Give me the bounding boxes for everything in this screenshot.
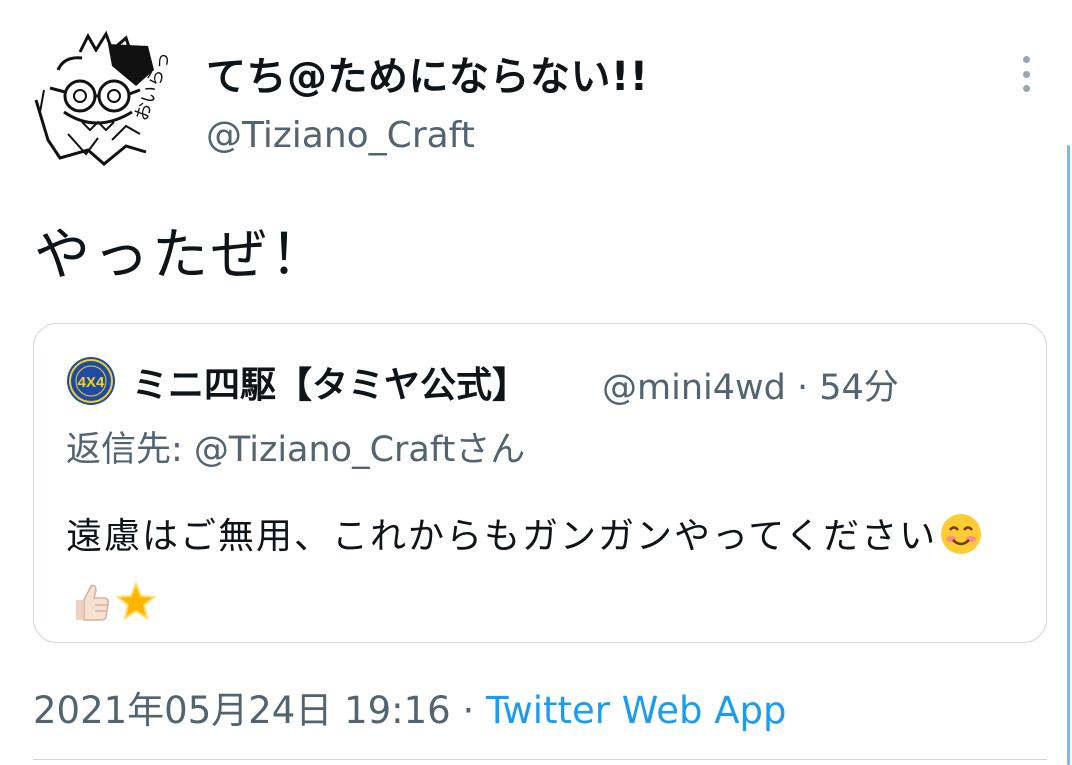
quoted-tweet-card[interactable]: 4X4 ミニ四駆【タミヤ公式】 @mini4wd · 54分 返信先: @Tiz… xyxy=(33,323,1047,643)
more-vertical-icon xyxy=(1022,56,1030,63)
metadata-separator: · xyxy=(462,689,475,732)
divider xyxy=(33,759,1047,760)
more-vertical-icon-dot xyxy=(1022,70,1030,78)
star-emoji xyxy=(114,580,158,643)
author-handle[interactable]: @Tiziano_Craft xyxy=(206,115,475,156)
quoted-display-name[interactable]: ミニ四駆【タミヤ公式】 xyxy=(132,356,528,408)
quoted-tweet-text: 遠慮はご無用、これからもガンガンやってください xyxy=(66,507,1026,643)
quoted-body-text: 遠慮はご無用、これからもガンガンやってください xyxy=(66,516,938,557)
avatar-drawing: おいらっ xyxy=(34,30,175,166)
quoted-handle-time: @mini4wd · 54分 xyxy=(602,368,899,408)
author-avatar[interactable]: おいらっ xyxy=(28,30,178,170)
tweet-timestamp[interactable]: 2021年05月24日 19:16 xyxy=(33,689,451,732)
thumbs-up-emoji xyxy=(68,580,112,643)
reply-to-label: 返信先: @Tiziano_Craftさん xyxy=(66,430,526,470)
smiling-face-emoji xyxy=(939,512,983,575)
more-vertical-icon-dot xyxy=(1022,85,1030,92)
source-link[interactable]: Twitter Web App xyxy=(486,689,786,732)
mini4wd-logo-icon: 4X4 xyxy=(67,357,115,405)
tweet-text: やったぜ！ xyxy=(34,223,329,288)
scrollbar[interactable] xyxy=(1067,145,1070,765)
quoted-author-avatar[interactable]: 4X4 xyxy=(66,356,116,406)
logo-text: 4X4 xyxy=(78,374,105,391)
more-options-button[interactable] xyxy=(1008,52,1044,96)
author-display-name[interactable]: てち@ためにならない!! xyxy=(206,44,648,102)
tweet-metadata: 2021年05月24日 19:16 · Twitter Web App xyxy=(33,680,787,734)
